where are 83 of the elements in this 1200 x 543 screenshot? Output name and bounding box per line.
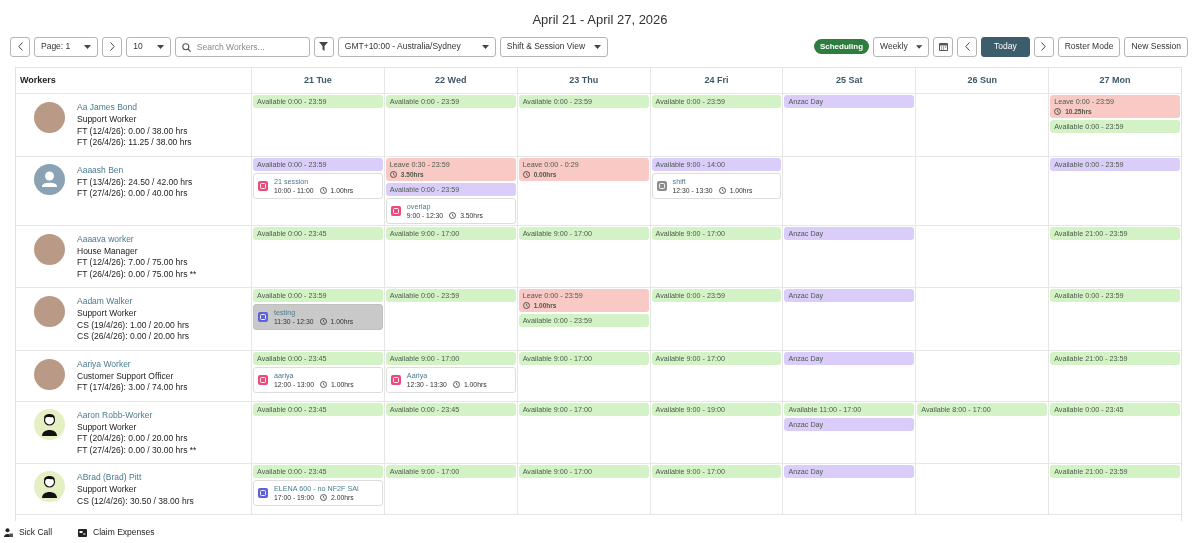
chevron-left-icon <box>964 42 970 51</box>
worker-detail: Support Worker <box>77 308 138 320</box>
filter-icon <box>319 42 329 51</box>
filter-button[interactable] <box>313 36 334 57</box>
clock-icon <box>320 380 328 388</box>
avatar-silhouette-icon <box>34 471 65 502</box>
toolbar-button[interactable]: Roster Mode <box>1057 36 1121 57</box>
previous-button[interactable] <box>10 36 30 57</box>
today-button[interactable]: Today <box>981 36 1030 57</box>
search-field[interactable]: Search Workers... <box>174 36 310 57</box>
worker-name[interactable]: Aa James Bond <box>77 102 192 113</box>
column-header: 27 Mon <box>1048 67 1181 93</box>
next-button[interactable] <box>1033 36 1054 57</box>
clock-icon <box>319 318 327 325</box>
avatar-icon <box>34 163 65 195</box>
worker-detail: CS (26/4/26): 0.00 / 20.00 hrs <box>77 331 189 343</box>
caret-icon <box>156 44 164 49</box>
clock-icon <box>522 170 530 178</box>
clock-icon <box>452 380 460 388</box>
person-icon <box>4 528 13 538</box>
caret-icon <box>593 44 601 49</box>
photo-placeholder <box>34 358 65 390</box>
week-title: April 21 - April 27, 2026 <box>531 11 669 29</box>
column-header: 24 Fri <box>649 67 783 93</box>
column-header: 21 Tue <box>251 67 384 93</box>
column-header: 23 Thu <box>516 67 650 93</box>
clock-icon <box>718 186 726 194</box>
worker-detail: FT (12/4/26): 7.00 / 75.00 hrs <box>77 257 189 269</box>
worker-detail: CS (12/4/26): 30.50 / 38.00 hrs <box>77 495 194 507</box>
worker-detail: FT (26/4/26): 0.00 / 75.00 hrs ** <box>77 268 197 280</box>
clock-icon <box>320 494 328 501</box>
dropdown[interactable]: GMT+10:00 - Australia/Sydney <box>337 36 496 57</box>
caret-icon <box>915 44 923 49</box>
caret-icon <box>481 44 489 49</box>
calendar-icon <box>938 42 948 51</box>
photo-placeholder <box>34 102 65 133</box>
footer-link[interactable]: Claim Expenses <box>93 526 155 539</box>
dropdown[interactable]: Shift & Session View <box>499 36 608 57</box>
next-button[interactable] <box>102 36 123 57</box>
search-icon <box>181 42 191 52</box>
footer-link[interactable]: Sick Call <box>19 526 53 539</box>
dropdown[interactable]: 10 <box>126 36 171 57</box>
worker-detail: FT (13/4/26): 24.50 / 42.00 hrs <box>77 176 193 188</box>
chevron-right-icon <box>109 42 115 51</box>
chevron-left-icon <box>17 42 23 51</box>
clock-icon <box>319 186 327 194</box>
worker-detail: Support Worker <box>77 114 138 126</box>
photo-placeholder <box>34 233 65 265</box>
worker-detail: FT (27/4/26): 0.00 / 30.00 hrs ** <box>77 444 197 456</box>
chevron-right-icon <box>1041 42 1047 51</box>
mode-badge: Scheduling <box>813 39 870 54</box>
worker-name[interactable]: ABrad (Brad) Pitt <box>77 472 194 483</box>
worker-name[interactable]: Aaron Robb-Worker <box>77 409 197 421</box>
worker-detail: FT (27/4/26): 0.00 / 40.00 hrs <box>77 188 189 200</box>
caret-icon <box>84 44 92 49</box>
toolbar-button[interactable]: New Session <box>1124 36 1188 57</box>
column-header: 25 Sat <box>782 67 916 93</box>
photo-placeholder <box>34 296 65 327</box>
clock-icon <box>1054 108 1062 115</box>
clock-icon <box>449 211 457 219</box>
worker-detail: FT (12/4/26): 0.00 / 38.00 hrs <box>77 125 189 137</box>
dropdown[interactable]: Weekly <box>873 36 930 57</box>
worker-detail: Customer Support Officer <box>77 370 175 382</box>
column-header: Workers <box>19 73 57 87</box>
worker-detail: Support Worker <box>77 421 138 433</box>
worker-name[interactable]: Aaaava worker <box>77 233 197 245</box>
column-header: 26 Sun <box>915 67 1049 93</box>
worker-detail: House Manager <box>77 245 139 257</box>
avatar-silhouette-icon <box>34 408 65 440</box>
worker-name[interactable]: Aadam Walker <box>77 296 189 307</box>
card-icon <box>78 528 88 537</box>
calendar-button[interactable] <box>933 36 954 57</box>
worker-name[interactable]: Aariya Worker <box>77 358 188 370</box>
worker-detail: FT (20/4/26): 0.00 / 20.00 hrs <box>77 433 189 445</box>
worker-name[interactable]: Aaaash Ben <box>77 164 193 176</box>
worker-detail: CS (19/4/26): 1.00 / 20.00 hrs <box>77 319 189 331</box>
worker-detail: Support Worker <box>77 484 138 496</box>
dropdown[interactable]: Page: 1 <box>34 36 99 57</box>
clock-icon <box>389 170 397 178</box>
worker-detail: FT (17/4/26): 3.00 / 74.00 hrs <box>77 382 188 394</box>
column-header: 22 Wed <box>383 67 517 93</box>
worker-detail: FT (26/4/26): 11.25 / 38.00 hrs <box>77 137 192 149</box>
clock-icon <box>522 302 530 309</box>
